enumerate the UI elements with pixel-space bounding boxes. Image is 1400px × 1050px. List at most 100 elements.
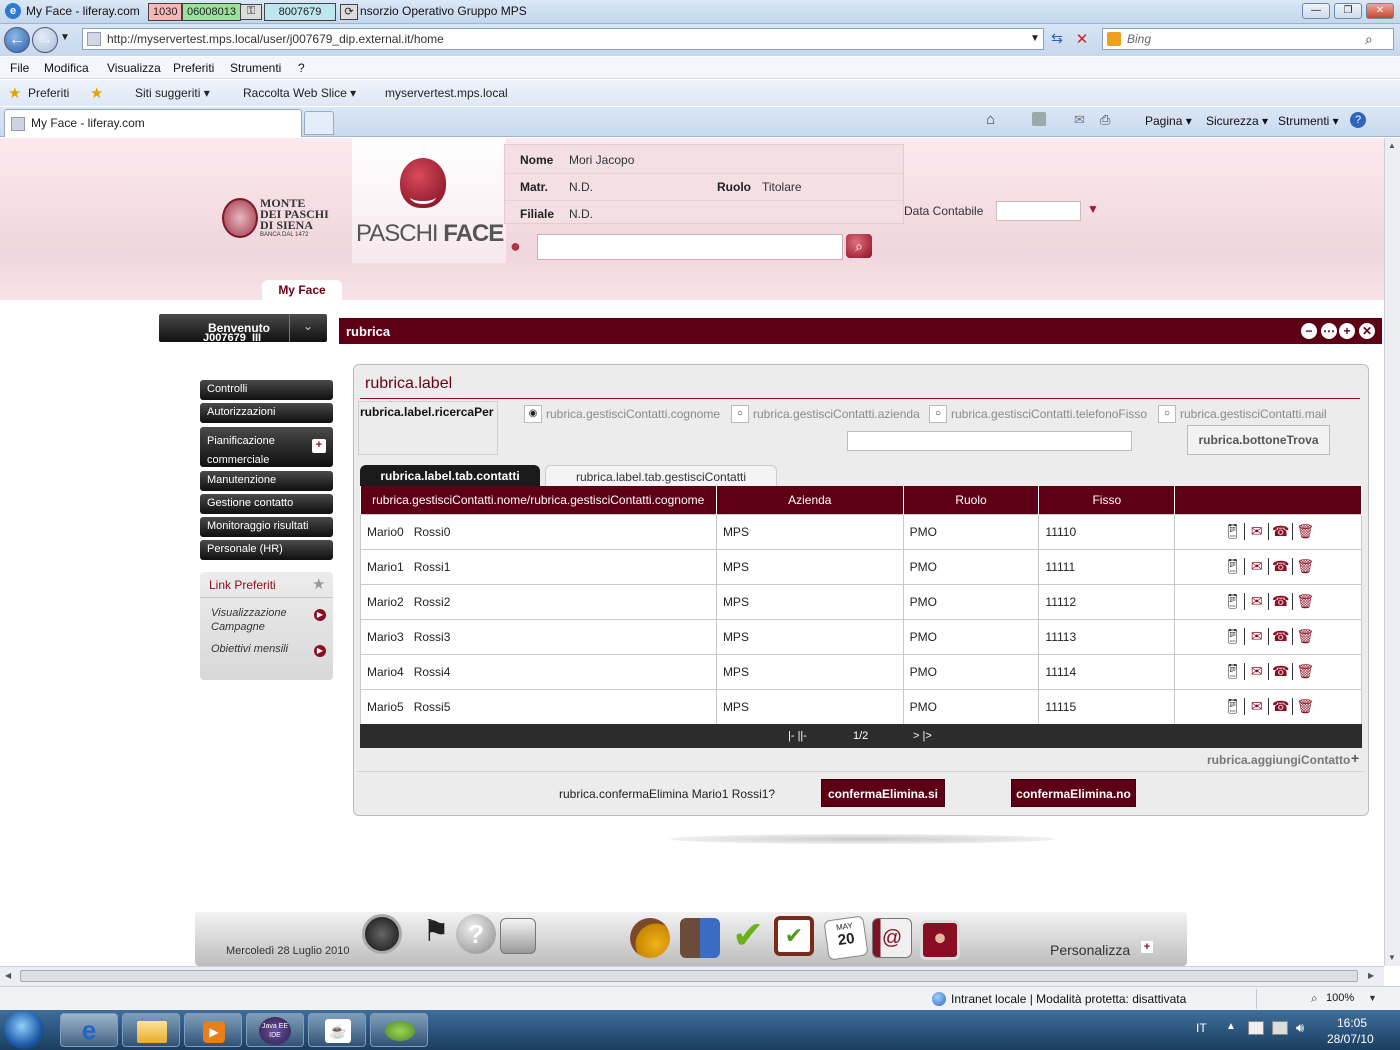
close-window-button[interactable]: ✕ [1366,3,1394,19]
options-portlet-icon[interactable]: ⋯ [1321,323,1337,339]
zoom-dropdown-icon[interactable]: ▼ [1368,993,1377,1003]
cmd-pagina[interactable]: Pagina ▾ [1145,114,1192,128]
table-row[interactable]: Mario2 Rossi2 MPS PMO 11112 📱︎ ✉ ☎ 🗑︎ [360,583,1362,620]
confirm-delete-no-button[interactable]: confermaElimina.no [1011,779,1136,807]
people-euro-icon[interactable] [630,918,670,958]
minimize-button[interactable]: — [1302,3,1330,19]
arrow-circle-icon[interactable]: ▶ [314,609,326,621]
nav-pianificazione[interactable]: Pianificazione commerciale + [200,427,333,467]
language-indicator[interactable]: IT [1196,1021,1207,1035]
dock-customize[interactable]: Personalizza [1050,942,1130,958]
email-icon[interactable]: ✉ [1245,523,1270,540]
radio-telefono[interactable]: ○ [929,405,947,423]
calendar-icon[interactable]: MAY 20 [823,915,869,961]
tray-flag-icon[interactable] [1248,1021,1264,1035]
clock-time[interactable]: 16:05 [1337,1016,1367,1030]
arrow-circle-icon[interactable]: ▶ [314,645,326,657]
email-icon[interactable]: ✉ [1245,558,1270,575]
col-azienda[interactable]: Azienda [716,486,904,514]
confirm-delete-yes-button[interactable]: confermaElimina.si [821,779,945,807]
pager-next-last[interactable]: > |> [913,730,932,742]
radio-azienda[interactable]: ○ [731,405,749,423]
history-dropdown-icon[interactable]: ▼ [60,32,70,43]
favorites-button[interactable]: Preferiti [28,86,69,100]
add-favorite-icon[interactable]: ★ [90,84,103,102]
start-orb-icon[interactable] [4,1011,44,1049]
taskbar-explorer-icon[interactable] [122,1013,180,1047]
fav-item-server[interactable]: myservertest.mps.local [366,86,508,100]
table-row[interactable]: Mario4 Rossi4 MPS PMO 11114 📱︎ ✉ ☎ 🗑︎ [360,653,1362,690]
compat-view-icon[interactable]: ⇆ [1046,30,1068,50]
scrollbar-thumb[interactable] [20,970,1358,982]
favorite-link-campagne[interactable]: Visualizzazione Campagne [211,606,301,634]
mobile-phone-icon[interactable]: 📱︎ [1221,698,1246,715]
email-icon[interactable]: ✉ [1245,663,1270,680]
forward-icon[interactable]: → [32,27,58,53]
nav-manutenzione[interactable]: Manutenzione [200,471,333,491]
fav-item-siti[interactable]: Siti suggeriti ▾ [118,86,210,100]
horizontal-scrollbar[interactable]: ◀ ▶ [0,966,1384,986]
print-icon[interactable]: ⎙ [1100,112,1110,128]
tab-contatti[interactable]: rubrica.label.tab.contatti [360,465,540,487]
printer-icon[interactable] [500,918,536,954]
maximize-button[interactable]: ❐ [1334,3,1362,19]
people-search-button[interactable]: ⌕ [846,234,872,258]
address-input[interactable]: http://myservertest.mps.local/user/j0076… [82,28,1044,50]
taskbar-ie-icon[interactable]: e [60,1013,118,1047]
col-ruolo[interactable]: Ruolo [903,486,1040,514]
tab-my-face[interactable]: My Face [262,280,342,300]
taskbar-java-ide-icon[interactable]: Java EE IDE [246,1013,304,1047]
help-icon[interactable]: ? [1350,112,1366,128]
address-book-icon[interactable]: @ [872,918,912,958]
cmd-strumenti[interactable]: Strumenti ▾ [1278,114,1339,128]
add-plus-icon[interactable]: + [1351,751,1363,765]
nav-autorizzazioni[interactable]: Autorizzazioni [200,403,333,423]
table-row[interactable]: Mario3 Rossi3 MPS PMO 11113 📱︎ ✉ ☎ 🗑︎ [360,618,1362,655]
menu-modifica[interactable]: Modifica [44,61,89,75]
mobile-phone-icon[interactable]: 📱︎ [1221,523,1246,540]
menu-strumenti[interactable]: Strumenti [230,61,281,75]
menu-file[interactable]: File [10,61,29,75]
flag-icon[interactable]: ⚑ [416,914,456,954]
menu-help[interactable]: ? [298,61,305,75]
mobile-phone-icon[interactable]: 📱︎ [1221,558,1246,575]
nav-monitoraggio[interactable]: Monitoraggio risultati [200,517,333,537]
data-contabile-input[interactable] [996,201,1081,221]
table-row[interactable]: Mario5 Rossi5 MPS PMO 11115 📱︎ ✉ ☎ 🗑︎ [360,688,1362,725]
email-icon[interactable]: ✉ [1245,593,1270,610]
radio-cognome[interactable]: ◉ [524,405,542,423]
taskbar-media-icon[interactable]: ▶ [184,1013,242,1047]
delete-icon[interactable]: 🗑︎ [1293,698,1317,715]
call-icon[interactable]: ☎ [1269,523,1294,540]
address-dropdown-icon[interactable]: ▼ [1030,33,1040,44]
nav-gestione-contatto[interactable]: Gestione contatto [200,494,333,514]
email-icon[interactable]: ✉ [1245,628,1270,645]
fav-item-webslice[interactable]: Raccolta Web Slice ▾ [225,86,356,100]
checkmark-icon[interactable]: ✔ [728,916,768,956]
minimize-portlet-icon[interactable]: − [1301,323,1317,339]
table-row[interactable]: Mario1 Rossi1 MPS PMO 11111 📱︎ ✉ ☎ 🗑︎ [360,548,1362,585]
cmd-sicurezza[interactable]: Sicurezza ▾ [1206,114,1268,128]
add-contact-link[interactable]: rubrica.aggiungiContatto [1207,753,1350,767]
call-icon[interactable]: ☎ [1269,663,1294,680]
scroll-right-icon[interactable]: ▶ [1368,971,1374,980]
tab-gestisci-contatti[interactable]: rubrica.label.tab.gestisciContatti [545,465,777,487]
taskbar-chameleon-icon[interactable] [370,1013,428,1047]
stop-icon[interactable]: ✕ [1072,30,1092,50]
scroll-left-icon[interactable]: ◀ [5,971,11,980]
delete-icon[interactable]: 🗑︎ [1293,663,1317,680]
maximize-portlet-icon[interactable]: + [1339,323,1355,339]
feeds-icon[interactable] [1032,112,1046,126]
call-icon[interactable]: ☎ [1269,628,1294,645]
people-chart-icon[interactable] [680,918,720,958]
people-search-input[interactable] [537,234,843,260]
search-icon[interactable]: ⌕ [1365,29,1373,49]
tray-arrow-icon[interactable]: ▲ [1226,1021,1236,1032]
clock-date[interactable]: 28/07/10 [1327,1032,1374,1046]
help-bubble-icon[interactable]: ? [456,914,496,954]
mobile-phone-icon[interactable]: 📱︎ [1221,663,1246,680]
mail-icon[interactable]: ✉ [1074,112,1085,128]
radio-mail[interactable]: ○ [1158,405,1176,423]
zoom-icon[interactable]: ⌕ [1311,991,1318,1006]
search-input[interactable]: Bing ⌕ [1102,28,1394,50]
